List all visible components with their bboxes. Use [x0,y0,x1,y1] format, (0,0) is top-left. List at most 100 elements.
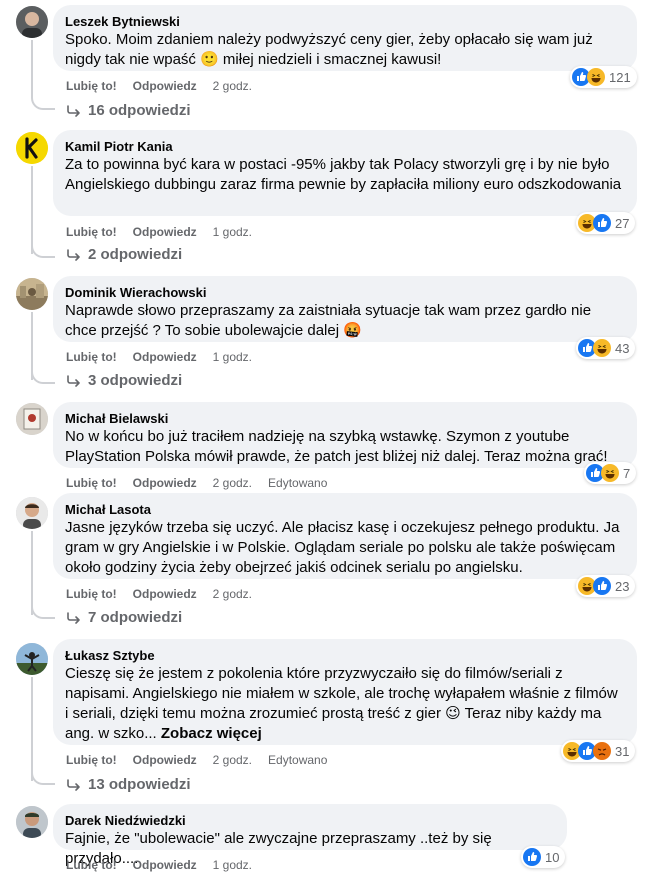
reactions-summary[interactable]: 23 [576,575,636,597]
replies-count: 7 odpowiedzi [88,609,183,626]
comment-text: Jasne języków trzeba się uczyć. Ale płac… [65,519,624,576]
thread-line [31,531,33,615]
like-button[interactable]: Lubię to! [66,857,117,873]
haha-reaction-icon [601,464,619,482]
reactions-summary[interactable]: 27 [576,212,636,234]
edited-label[interactable]: Edytowano [268,752,327,768]
reply-arrow-icon [67,778,80,791]
comment-feed: Leszek Bytniewski Spoko. Moim zdaniem na… [0,0,670,874]
avatar[interactable] [16,497,48,529]
comment-actions: Lubię to! Odpowiedz 2 godz. Edytowano [66,475,343,491]
comment-bubble: Michał Lasota Jasne języków trzeba się u… [53,493,637,579]
avatar[interactable] [16,132,48,164]
thread-line [31,40,33,98]
reactions-summary[interactable]: 10 [521,846,566,868]
thread-connector [31,605,55,619]
reply-button[interactable]: Odpowiedz [133,752,197,768]
comment-text: Cieszę się że jestem z pokolenia które p… [65,664,625,744]
comment-author[interactable]: Kamil Piotr Kania [65,138,625,155]
reaction-count: 23 [615,578,630,594]
thread-connector [31,771,55,785]
replies-count: 3 odpowiedzi [88,372,183,389]
reactions-summary[interactable]: 31 [561,740,636,762]
view-replies-link[interactable]: 3 odpowiedzi [66,372,182,389]
like-reaction-icon [593,214,611,232]
angry-reaction-icon [593,742,611,760]
comment-author[interactable]: Darek Niedźwiedzki [65,812,555,829]
avatar[interactable] [16,6,48,38]
comment-actions: Lubię to! Odpowiedz 2 godz. Edytowano [66,752,343,768]
view-replies-link[interactable]: 7 odpowiedzi [66,609,182,626]
reaction-count: 31 [615,743,630,759]
edited-label[interactable]: Edytowano [268,475,327,491]
comment-actions: Lubię to! Odpowiedz 1 godz. [66,349,268,365]
comment-actions: Lubię to! Odpowiedz 1 godz. [66,857,268,873]
comment-actions: Lubię to! Odpowiedz 2 godz. [66,78,268,94]
comment-bubble: Dominik Wierachowski Naprawde słowo prze… [53,276,637,342]
comment-bubble: Kamil Piotr Kania Za to powinna być kara… [53,130,637,216]
reply-arrow-icon [67,104,80,117]
reply-button[interactable]: Odpowiedz [133,78,197,94]
reply-arrow-icon [67,374,80,387]
comment-bubble: Michał Bielawski No w końcu bo już traci… [53,402,637,468]
like-button[interactable]: Lubię to! [66,586,117,602]
view-replies-link[interactable]: 16 odpowiedzi [66,102,191,119]
comment-bubble: Łukasz Sztybe Cieszę się że jestem z pok… [53,639,637,745]
thread-connector [31,244,55,258]
reaction-count: 43 [615,340,630,356]
reactions-summary[interactable]: 7 [584,462,637,484]
like-reaction-icon [523,848,541,866]
reply-button[interactable]: Odpowiedz [133,857,197,873]
like-reaction-icon [593,577,611,595]
reply-button[interactable]: Odpowiedz [133,475,197,491]
like-button[interactable]: Lubię to! [66,224,117,240]
comment-text-body: Cieszę się że jestem z pokolenia które p… [65,665,622,742]
like-button[interactable]: Lubię to! [66,349,117,365]
avatar[interactable] [16,403,48,435]
thread-line [31,166,33,254]
like-button[interactable]: Lubię to! [66,78,117,94]
comment-author[interactable]: Łukasz Sztybe [65,647,625,664]
comment-author[interactable]: Leszek Bytniewski [65,13,625,30]
timestamp[interactable]: 2 godz. [213,586,252,602]
view-replies-link[interactable]: 2 odpowiedzi [66,246,182,263]
timestamp[interactable]: 2 godz. [213,475,252,491]
avatar[interactable] [16,806,48,838]
timestamp[interactable]: 2 godz. [213,752,252,768]
like-button[interactable]: Lubię to! [66,475,117,491]
thread-line [31,677,33,781]
avatar[interactable] [16,278,48,310]
reaction-count: 27 [615,215,630,231]
view-replies-link[interactable]: 13 odpowiedzi [66,776,191,793]
reply-button[interactable]: Odpowiedz [133,586,197,602]
reply-button[interactable]: Odpowiedz [133,349,197,365]
comment-text: Za to powinna być kara w postaci -95% ja… [65,156,622,193]
comment-bubble: Leszek Bytniewski Spoko. Moim zdaniem na… [53,5,637,71]
replies-count: 13 odpowiedzi [88,776,191,793]
comment-bubble: Darek Niedźwiedzki Fajnie, że "ubolewaci… [53,804,567,867]
like-button[interactable]: Lubię to! [66,752,117,768]
thread-connector [31,96,55,110]
timestamp[interactable]: 1 godz. [213,857,252,873]
comment-author[interactable]: Dominik Wierachowski [65,284,625,301]
reactions-summary[interactable]: 121 [570,66,637,88]
comment-actions: Lubię to! Odpowiedz 1 godz. [66,224,268,240]
replies-count: 16 odpowiedzi [88,102,191,119]
timestamp[interactable]: 1 godz. [213,224,252,240]
reply-button[interactable]: Odpowiedz [133,224,197,240]
timestamp[interactable]: 1 godz. [213,349,252,365]
reaction-count: 7 [623,465,631,481]
haha-reaction-icon [593,339,611,357]
comment-author[interactable]: Michał Bielawski [65,410,625,427]
comment-text: No w końcu bo już traciłem nadzieję na s… [65,428,608,465]
haha-reaction-icon [587,68,605,86]
reactions-summary[interactable]: 43 [576,337,636,359]
comment-author[interactable]: Michał Lasota [65,501,625,518]
avatar[interactable] [16,643,48,675]
timestamp[interactable]: 2 godz. [213,78,252,94]
reaction-count: 121 [609,69,631,85]
reply-arrow-icon [67,611,80,624]
reaction-count: 10 [545,849,560,865]
replies-count: 2 odpowiedzi [88,246,183,263]
see-more-link[interactable]: Zobacz więcej [161,725,262,742]
